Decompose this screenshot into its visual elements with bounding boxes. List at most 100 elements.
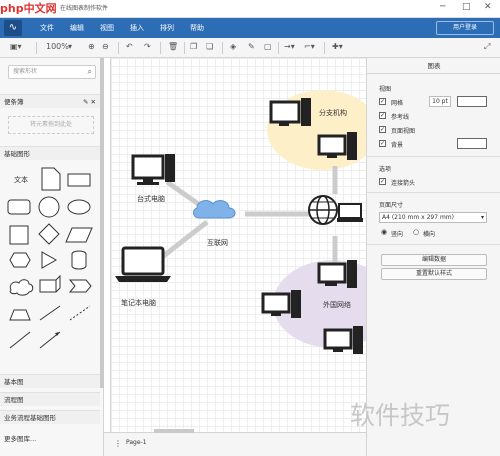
grid-size-input[interactable]: 10 pt [429,96,451,107]
grid-label: 网格 [391,100,404,107]
panel-tab-diagram[interactable]: 图表 [367,58,500,74]
cloud-shape[interactable] [9,279,34,296]
grid-color-swatch[interactable] [457,96,487,107]
square-shape[interactable] [9,225,29,245]
divider [367,192,500,193]
circle-shape[interactable] [38,196,60,218]
search-icon[interactable]: ⌕ [88,66,92,78]
zoom-in-icon[interactable]: ⊕ [88,42,95,51]
sidebar-scrollbar[interactable] [100,58,104,388]
menu-arrange[interactable]: 排列 [160,23,174,33]
guides-checkbox[interactable]: ✓ [379,112,386,119]
more-icon[interactable]: ⋮ [114,439,122,448]
rectangle-shape[interactable] [67,173,91,187]
trapezoid-shape[interactable] [9,309,31,321]
delete-icon[interactable]: 🗑 [168,42,178,51]
laptop-icon[interactable] [115,246,171,282]
connector[interactable] [159,220,209,260]
divider [118,42,119,54]
shadow-icon[interactable]: ▢ [264,42,272,51]
triangle-shape[interactable] [41,251,58,269]
divider [36,42,37,54]
waypoints-icon[interactable]: ⌐▾ [304,42,315,51]
foreign-computer-icon[interactable] [323,326,363,354]
paper-size-value: A4 (210 mm x 297 mm) [382,214,454,221]
cloud-icon[interactable] [192,200,236,219]
section-label: 基础图形 [4,150,30,158]
connection-style-icon[interactable]: →▾ [284,42,295,51]
divider [367,244,500,245]
redo-icon[interactable]: ↷ [144,42,151,51]
insert-icon[interactable]: ✚▾ [332,42,343,51]
more-shapes-link[interactable]: 更多图库... [0,432,100,446]
rounded-rectangle-shape[interactable] [7,199,31,215]
section-basic-shapes[interactable]: 基础图形 [0,146,100,160]
menu-insert[interactable]: 插入 [130,23,144,33]
fullscreen-icon[interactable]: ⤢ [484,42,490,52]
branch-label: 分支机构 [319,109,347,117]
globe-router-icon[interactable] [308,195,363,225]
hexagon-shape[interactable] [9,252,31,268]
line-shape[interactable] [9,331,31,349]
internet-label: 互联网 [207,239,228,247]
close-button[interactable]: ✕ [484,2,492,12]
menu-file[interactable]: 文件 [40,23,54,33]
foreign-label: 外国网络 [323,301,351,309]
user-login-button[interactable]: 用户登录 [436,21,494,35]
menu-edit[interactable]: 编辑 [70,23,84,33]
desktop-label: 台式电脑 [137,195,165,203]
zoom-select[interactable]: 100% [46,42,69,51]
grid-checkbox[interactable]: ✓ [379,98,386,105]
portrait-radio[interactable]: ◉ [381,228,387,236]
paper-size-select[interactable]: A4 (210 mm x 297 mm) ▾ [379,212,487,223]
section-flowchart[interactable]: 流程图 [0,392,100,406]
edit-icon[interactable]: ✎ ✕ [83,95,96,109]
fill-color-icon[interactable]: ◈ [230,42,236,51]
menu-help[interactable]: 帮助 [190,23,204,33]
undo-icon[interactable]: ↶ [126,42,133,51]
shape-search-input[interactable]: 搜索形状 ⌕ [8,65,96,79]
cylinder-shape[interactable] [71,250,87,270]
horizontal-scrollbar[interactable] [154,429,194,433]
chevron-down-icon[interactable]: ▾ [68,42,72,51]
ellipse-shape[interactable] [67,199,91,215]
drop-zone[interactable]: 将元素拖到此处 [8,116,94,134]
branch-computer-icon[interactable] [269,98,311,126]
line-shape[interactable] [39,305,61,321]
minimize-button[interactable]: ─ [440,2,445,12]
dashed-line-shape[interactable] [69,305,91,321]
page-view-checkbox[interactable]: ✓ [379,126,386,133]
divider [367,156,500,157]
maximize-button[interactable]: □ [462,2,471,12]
document-shape[interactable] [41,167,61,191]
page-tab[interactable]: Page-1 [126,439,147,446]
watermark: 软件技巧 [350,401,451,430]
to-back-icon[interactable]: ❏ [206,42,213,51]
background-color-swatch[interactable] [457,138,487,149]
diagram-canvas[interactable]: 台式电脑 互联网 笔记本电脑 分支机构 外国网络 [110,58,366,432]
shape-sidebar: 搜索形状 ⌕ 便条簿 ✎ ✕ 将元素拖到此处 基础图形 文本 基本图 流程图 业… [0,58,104,456]
zoom-out-icon[interactable]: ⊖ [102,42,109,51]
edit-data-button[interactable]: 编辑数据 [381,254,487,266]
search-placeholder: 搜索形状 [13,68,38,75]
section-business-flow[interactable]: 业务流程基础图形 [0,410,100,424]
reset-style-button[interactable]: 重置默认样式 [381,268,487,280]
background-checkbox[interactable]: ✓ [379,140,386,147]
diamond-shape[interactable] [38,223,60,245]
section-basic[interactable]: 基本图 [0,374,100,388]
background-label: 背景 [391,142,404,149]
section-scratchpad[interactable]: 便条簿 ✎ ✕ [0,94,100,108]
window-titlebar: php中文网 在线图表制作软件 ─ □ ✕ [0,0,500,18]
menu-view[interactable]: 视图 [100,23,114,33]
connection-arrows-label: 连接箭头 [391,180,416,187]
desktop-computer-icon[interactable] [131,154,175,185]
line-color-icon[interactable]: ✎ [248,42,255,51]
cube-shape[interactable] [39,274,61,293]
page-view-icon[interactable]: ▣▾ [10,42,22,51]
text-shape[interactable]: 文本 [14,175,28,184]
landscape-radio[interactable]: ○ [413,228,419,236]
connection-arrows-checkbox[interactable]: ✓ [379,178,386,185]
step-shape[interactable] [68,279,92,293]
to-front-icon[interactable]: ❐ [190,42,197,51]
parallelogram-shape[interactable] [65,227,93,243]
